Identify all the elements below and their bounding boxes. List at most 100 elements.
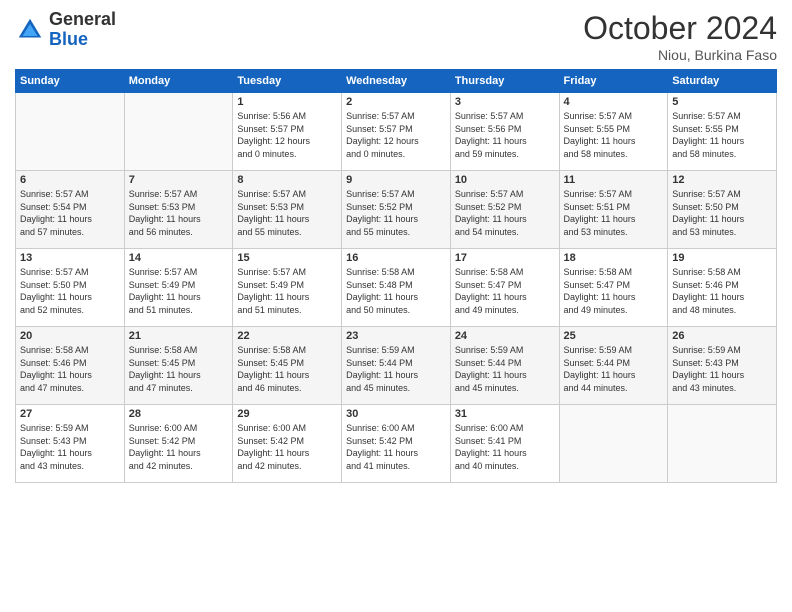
day-number: 16 — [346, 252, 446, 264]
calendar-cell — [124, 93, 233, 171]
day-number: 1 — [237, 96, 337, 108]
day-number: 30 — [346, 408, 446, 420]
calendar-cell: 3 Sunrise: 5:57 AM Sunset: 5:56 PM Daylig… — [450, 93, 559, 171]
day-info: Sunrise: 5:56 AM Sunset: 5:57 PM Dayligh… — [237, 110, 337, 160]
day-number: 31 — [455, 408, 555, 420]
day-info: Sunrise: 5:57 AM Sunset: 5:53 PM Dayligh… — [237, 188, 337, 238]
day-info: Sunrise: 5:58 AM Sunset: 5:45 PM Dayligh… — [129, 344, 229, 394]
day-number: 27 — [20, 408, 120, 420]
calendar-cell: 5 Sunrise: 5:57 AM Sunset: 5:55 PM Daylig… — [668, 93, 777, 171]
calendar-cell: 7 Sunrise: 5:57 AM Sunset: 5:53 PM Daylig… — [124, 171, 233, 249]
day-number: 17 — [455, 252, 555, 264]
day-number: 9 — [346, 174, 446, 186]
day-number: 12 — [672, 174, 772, 186]
day-info: Sunrise: 5:57 AM Sunset: 5:54 PM Dayligh… — [20, 188, 120, 238]
day-info: Sunrise: 6:00 AM Sunset: 5:42 PM Dayligh… — [237, 422, 337, 472]
header-row: Sunday Monday Tuesday Wednesday Thursday… — [16, 70, 777, 93]
calendar-week-3: 13 Sunrise: 5:57 AM Sunset: 5:50 PM Dayli… — [16, 249, 777, 327]
calendar-cell: 26Sunrise: 5:59 AM Sunset: 5:43 PM Dayli… — [668, 327, 777, 405]
calendar-cell: 1 Sunrise: 5:56 AM Sunset: 5:57 PM Daylig… — [233, 93, 342, 171]
calendar-week-5: 27 Sunrise: 5:59 AM Sunset: 5:43 PM Dayli… — [16, 405, 777, 483]
day-number: 8 — [237, 174, 337, 186]
calendar-cell: 27 Sunrise: 5:59 AM Sunset: 5:43 PM Dayli… — [16, 405, 125, 483]
day-number: 18 — [564, 252, 664, 264]
month-title: October 2024 — [583, 10, 777, 47]
day-number: 7 — [129, 174, 229, 186]
day-info: Sunrise: 5:57 AM Sunset: 5:56 PM Dayligh… — [455, 110, 555, 160]
day-info: Sunrise: 5:57 AM Sunset: 5:57 PM Dayligh… — [346, 110, 446, 160]
day-number: 4 — [564, 96, 664, 108]
calendar-cell: 23Sunrise: 5:59 AM Sunset: 5:44 PM Dayli… — [342, 327, 451, 405]
day-info: Sunrise: 5:57 AM Sunset: 5:50 PM Dayligh… — [20, 266, 120, 316]
calendar-cell: 22 Sunrise: 5:58 AM Sunset: 5:45 PM Dayli… — [233, 327, 342, 405]
day-number: 14 — [129, 252, 229, 264]
day-number: 13 — [20, 252, 120, 264]
calendar-cell: 25Sunrise: 5:59 AM Sunset: 5:44 PM Dayli… — [559, 327, 668, 405]
calendar-week-1: 1 Sunrise: 5:56 AM Sunset: 5:57 PM Daylig… — [16, 93, 777, 171]
calendar-cell — [16, 93, 125, 171]
day-number: 28 — [129, 408, 229, 420]
header: General Blue October 2024 Niou, Burkina … — [15, 10, 777, 63]
day-number: 10 — [455, 174, 555, 186]
day-info: Sunrise: 5:57 AM Sunset: 5:50 PM Dayligh… — [672, 188, 772, 238]
day-number: 24 — [455, 330, 555, 342]
calendar-week-4: 20Sunrise: 5:58 AM Sunset: 5:46 PM Dayli… — [16, 327, 777, 405]
calendar-cell: 8 Sunrise: 5:57 AM Sunset: 5:53 PM Daylig… — [233, 171, 342, 249]
day-number: 22 — [237, 330, 337, 342]
day-info: Sunrise: 5:57 AM Sunset: 5:49 PM Dayligh… — [237, 266, 337, 316]
calendar-table: Sunday Monday Tuesday Wednesday Thursday… — [15, 69, 777, 483]
day-number: 19 — [672, 252, 772, 264]
calendar-week-2: 6Sunrise: 5:57 AM Sunset: 5:54 PM Daylig… — [16, 171, 777, 249]
day-info: Sunrise: 5:57 AM Sunset: 5:53 PM Dayligh… — [129, 188, 229, 238]
logo-icon — [15, 15, 45, 45]
day-info: Sunrise: 6:00 AM Sunset: 5:41 PM Dayligh… — [455, 422, 555, 472]
day-info: Sunrise: 5:57 AM Sunset: 5:49 PM Dayligh… — [129, 266, 229, 316]
title-block: October 2024 Niou, Burkina Faso — [583, 10, 777, 63]
day-info: Sunrise: 5:59 AM Sunset: 5:44 PM Dayligh… — [564, 344, 664, 394]
day-info: Sunrise: 5:58 AM Sunset: 5:46 PM Dayligh… — [672, 266, 772, 316]
col-thursday: Thursday — [450, 70, 559, 93]
day-number: 5 — [672, 96, 772, 108]
calendar-header: Sunday Monday Tuesday Wednesday Thursday… — [16, 70, 777, 93]
calendar-cell: 10 Sunrise: 5:57 AM Sunset: 5:52 PM Dayli… — [450, 171, 559, 249]
day-info: Sunrise: 5:58 AM Sunset: 5:45 PM Dayligh… — [237, 344, 337, 394]
calendar-cell: 11 Sunrise: 5:57 AM Sunset: 5:51 PM Dayli… — [559, 171, 668, 249]
calendar-cell: 28Sunrise: 6:00 AM Sunset: 5:42 PM Dayli… — [124, 405, 233, 483]
calendar-cell: 15 Sunrise: 5:57 AM Sunset: 5:49 PM Dayli… — [233, 249, 342, 327]
day-info: Sunrise: 5:57 AM Sunset: 5:55 PM Dayligh… — [564, 110, 664, 160]
day-info: Sunrise: 5:59 AM Sunset: 5:43 PM Dayligh… — [672, 344, 772, 394]
calendar-cell: 30 Sunrise: 6:00 AM Sunset: 5:42 PM Dayli… — [342, 405, 451, 483]
day-number: 15 — [237, 252, 337, 264]
calendar-cell: 2Sunrise: 5:57 AM Sunset: 5:57 PM Daylig… — [342, 93, 451, 171]
calendar-cell: 20Sunrise: 5:58 AM Sunset: 5:46 PM Dayli… — [16, 327, 125, 405]
day-info: Sunrise: 5:57 AM Sunset: 5:51 PM Dayligh… — [564, 188, 664, 238]
calendar-cell: 9Sunrise: 5:57 AM Sunset: 5:52 PM Daylig… — [342, 171, 451, 249]
location-subtitle: Niou, Burkina Faso — [583, 47, 777, 63]
day-number: 21 — [129, 330, 229, 342]
calendar-body: 1 Sunrise: 5:56 AM Sunset: 5:57 PM Daylig… — [16, 93, 777, 483]
day-number: 3 — [455, 96, 555, 108]
day-info: Sunrise: 5:59 AM Sunset: 5:44 PM Dayligh… — [455, 344, 555, 394]
col-monday: Monday — [124, 70, 233, 93]
calendar-cell: 24 Sunrise: 5:59 AM Sunset: 5:44 PM Dayli… — [450, 327, 559, 405]
day-info: Sunrise: 5:58 AM Sunset: 5:47 PM Dayligh… — [564, 266, 664, 316]
calendar-cell: 19 Sunrise: 5:58 AM Sunset: 5:46 PM Dayli… — [668, 249, 777, 327]
day-info: Sunrise: 5:59 AM Sunset: 5:43 PM Dayligh… — [20, 422, 120, 472]
calendar-cell: 31 Sunrise: 6:00 AM Sunset: 5:41 PM Dayli… — [450, 405, 559, 483]
day-number: 11 — [564, 174, 664, 186]
col-sunday: Sunday — [16, 70, 125, 93]
day-info: Sunrise: 5:59 AM Sunset: 5:44 PM Dayligh… — [346, 344, 446, 394]
calendar-cell: 17Sunrise: 5:58 AM Sunset: 5:47 PM Dayli… — [450, 249, 559, 327]
day-info: Sunrise: 5:58 AM Sunset: 5:48 PM Dayligh… — [346, 266, 446, 316]
col-wednesday: Wednesday — [342, 70, 451, 93]
calendar-cell: 14 Sunrise: 5:57 AM Sunset: 5:49 PM Dayli… — [124, 249, 233, 327]
day-info: Sunrise: 5:57 AM Sunset: 5:55 PM Dayligh… — [672, 110, 772, 160]
day-info: Sunrise: 6:00 AM Sunset: 5:42 PM Dayligh… — [346, 422, 446, 472]
day-info: Sunrise: 5:58 AM Sunset: 5:46 PM Dayligh… — [20, 344, 120, 394]
calendar-cell: 13 Sunrise: 5:57 AM Sunset: 5:50 PM Dayli… — [16, 249, 125, 327]
calendar-cell: 29Sunrise: 6:00 AM Sunset: 5:42 PM Dayli… — [233, 405, 342, 483]
calendar-cell: 6Sunrise: 5:57 AM Sunset: 5:54 PM Daylig… — [16, 171, 125, 249]
day-info: Sunrise: 5:57 AM Sunset: 5:52 PM Dayligh… — [455, 188, 555, 238]
col-tuesday: Tuesday — [233, 70, 342, 93]
col-friday: Friday — [559, 70, 668, 93]
